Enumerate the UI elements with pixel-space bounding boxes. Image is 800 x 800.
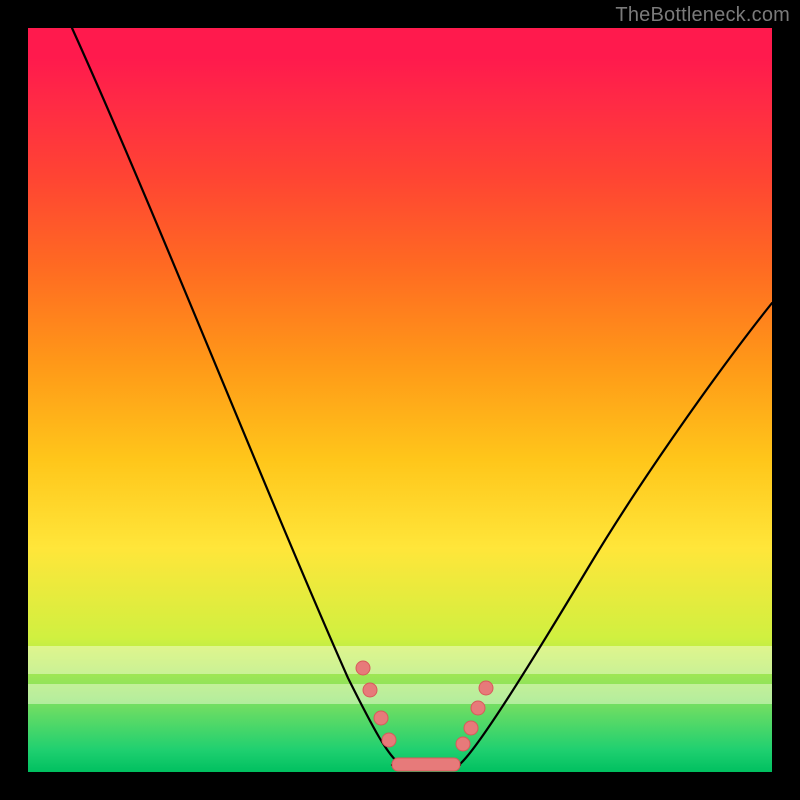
marker-dot: [382, 733, 396, 747]
chart-svg: [28, 28, 772, 772]
curve-left: [72, 28, 400, 764]
trough-marker-bar: [392, 758, 460, 771]
watermark-text: TheBottleneck.com: [615, 4, 790, 27]
marker-dot: [479, 681, 493, 695]
marker-dot: [471, 701, 485, 715]
curve-right: [460, 303, 772, 764]
marker-dot: [456, 737, 470, 751]
plot-area: [28, 28, 772, 772]
marker-dot: [363, 683, 377, 697]
marker-dot: [374, 711, 388, 725]
marker-dot: [464, 721, 478, 735]
marker-dot: [356, 661, 370, 675]
chart-frame: TheBottleneck.com: [0, 0, 800, 800]
